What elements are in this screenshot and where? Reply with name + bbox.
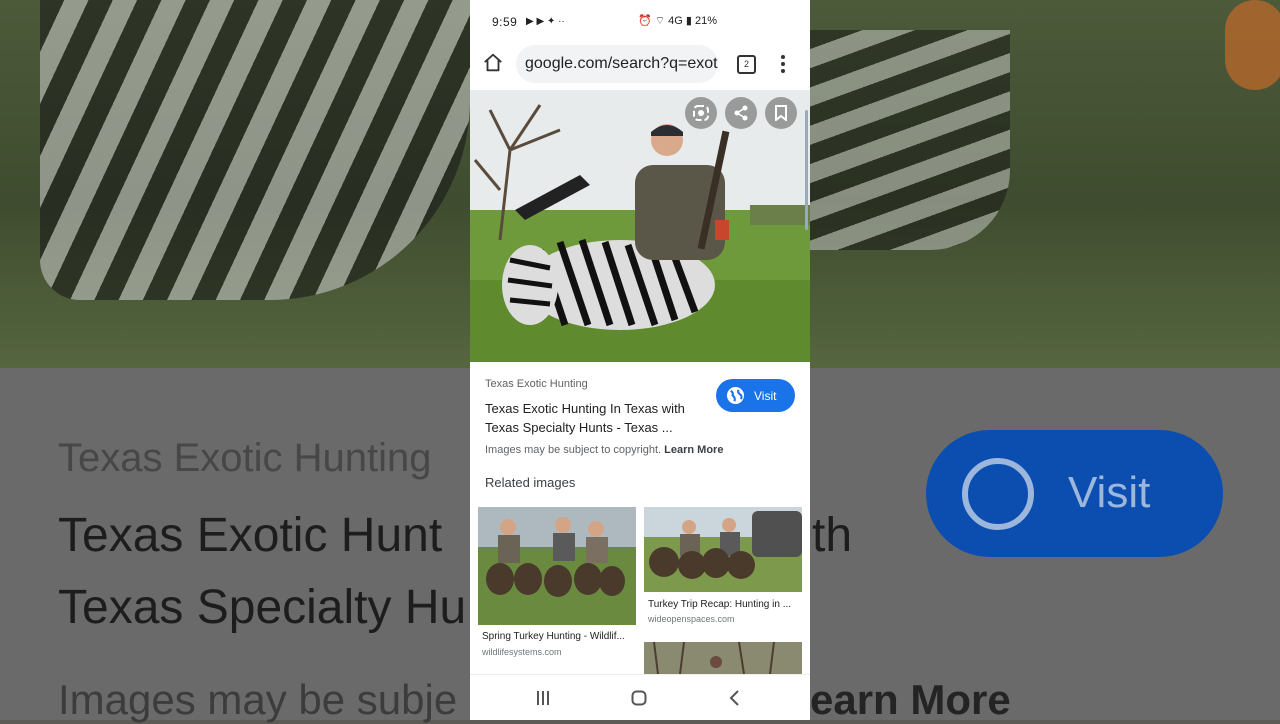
home-nav-icon[interactable] bbox=[631, 690, 647, 706]
background-zebra-blur-right bbox=[810, 30, 1010, 250]
status-time: 9:59 bbox=[492, 15, 518, 29]
lens-search-button[interactable] bbox=[685, 97, 717, 129]
more-options-icon[interactable] bbox=[776, 53, 790, 75]
notification-icons: ▶ ▶ ✦ ·· bbox=[526, 16, 565, 27]
lens-icon bbox=[693, 105, 709, 121]
background-title-line1: Texas Exotic Hunt bbox=[58, 509, 443, 562]
browser-toolbar: google.com/search?q=exotic 2 bbox=[470, 42, 810, 88]
related-images-heading: Related images bbox=[485, 475, 576, 490]
main-result-image[interactable] bbox=[470, 90, 810, 362]
tab-switcher-icon[interactable]: 2 bbox=[737, 55, 756, 74]
related-image-domain: wideopenspaces.com bbox=[648, 614, 735, 624]
background-copyright-text: Images may be subje bbox=[58, 676, 458, 723]
back-icon[interactable] bbox=[728, 690, 740, 706]
related-image-thumbnail[interactable] bbox=[478, 507, 636, 625]
globe-icon bbox=[962, 458, 1034, 530]
background-learn-more: earn More bbox=[810, 676, 1011, 723]
related-image-domain: wildlifesystems.com bbox=[482, 647, 562, 657]
system-icons: ⏰ ⌔ 4G ▮ 21% bbox=[638, 15, 718, 27]
visit-label: Visit bbox=[754, 389, 777, 403]
related-image-caption[interactable]: Spring Turkey Hunting - Wildlif... bbox=[482, 631, 634, 642]
background-visit-label: Visit bbox=[1068, 468, 1151, 517]
background-visit-button: Visit bbox=[926, 430, 1223, 557]
background-title-line1-right: th bbox=[812, 509, 853, 562]
visit-button[interactable]: Visit bbox=[716, 379, 795, 412]
related-image-card[interactable]: Turkey Trip Recap: Hunting in ... wideop… bbox=[644, 507, 802, 627]
related-image-thumbnail[interactable] bbox=[644, 642, 802, 674]
related-image-thumbnail[interactable] bbox=[644, 507, 802, 592]
status-bar: 9:59 ▶ ▶ ✦ ·· ⏰ ⌔ 4G ▮ 21% bbox=[470, 0, 810, 42]
save-button[interactable] bbox=[765, 97, 797, 129]
recent-apps-icon[interactable] bbox=[536, 691, 550, 705]
copyright-notice: Images may be subject to copyright. Lear… bbox=[485, 444, 723, 456]
background-source-text: Texas Exotic Hunting bbox=[58, 436, 432, 480]
share-icon bbox=[734, 105, 748, 121]
system-navigation-bar bbox=[470, 674, 810, 720]
learn-more-link[interactable]: Learn More bbox=[664, 444, 723, 456]
home-icon[interactable] bbox=[482, 52, 504, 74]
bookmark-icon bbox=[775, 105, 787, 121]
share-button[interactable] bbox=[725, 97, 757, 129]
related-image-card[interactable]: Spring Turkey Hunting - Wildlif... wildl… bbox=[478, 507, 636, 657]
globe-icon bbox=[726, 386, 745, 405]
copyright-text: Images may be subject to copyright. bbox=[485, 444, 662, 456]
background-title-line2: Texas Specialty Hu bbox=[58, 581, 467, 634]
related-image-card[interactable] bbox=[644, 642, 802, 674]
result-title[interactable]: Texas Exotic Hunting In Texas with Texas… bbox=[485, 399, 707, 437]
related-image-caption[interactable]: Turkey Trip Recap: Hunting in ... bbox=[648, 599, 800, 610]
background-orange-blur bbox=[1225, 0, 1280, 90]
address-bar[interactable]: google.com/search?q=exotic bbox=[516, 45, 718, 83]
scroll-indicator[interactable] bbox=[805, 110, 808, 230]
phone-screen: 9:59 ▶ ▶ ✦ ·· ⏰ ⌔ 4G ▮ 21% google.com/se… bbox=[470, 0, 810, 720]
